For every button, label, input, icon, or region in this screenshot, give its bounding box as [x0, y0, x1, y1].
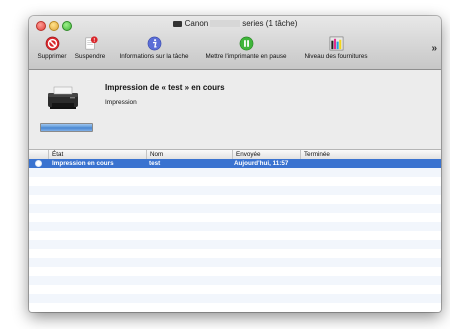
toolbar-suspend-label: Suspendre	[74, 53, 106, 60]
job-progress-fill	[41, 124, 92, 131]
toolbar-delete-button[interactable]: Supprimer	[34, 36, 70, 60]
column-header-nom[interactable]: Nom	[146, 150, 232, 159]
job-status: Impression	[105, 99, 137, 106]
suspend-icon: !	[85, 36, 98, 50]
toolbar-suspend-button[interactable]: ! Suspendre	[73, 36, 107, 60]
toolbar-overflow-button[interactable]: »	[431, 43, 436, 54]
empty-table-row	[29, 195, 441, 204]
empty-table-row	[29, 267, 441, 276]
toolbar-delete-label: Supprimer	[37, 53, 67, 60]
empty-table-row	[29, 258, 441, 267]
row-etat: Impression en cours	[52, 160, 114, 167]
empty-table-row	[29, 204, 441, 213]
title-bar: Canon series (1 tâche) Supprimer ! Suspen…	[29, 16, 441, 70]
column-header-etat[interactable]: État	[48, 150, 146, 159]
active-job-icon	[36, 161, 41, 166]
empty-table-row	[29, 177, 441, 186]
empty-table-row	[29, 285, 441, 294]
row-envoyee: Aujourd'hui, 11:57	[234, 160, 289, 167]
empty-table-row	[29, 294, 441, 303]
empty-table-row	[29, 168, 441, 177]
empty-table-row	[29, 231, 441, 240]
empty-table-row	[29, 186, 441, 195]
ink-levels-icon	[329, 36, 343, 51]
toolbar-supply-levels-label: Niveau des fournitures	[304, 53, 368, 60]
toolbar-pause-printer-label: Mettre l'imprimante en pause	[205, 53, 287, 60]
column-header-envoyee[interactable]: Envoyée	[232, 150, 300, 159]
toolbar-pause-printer-button[interactable]: Mettre l'imprimante en pause	[199, 36, 293, 60]
job-table: État Nom Envoyée Terminée Impression en …	[29, 149, 441, 312]
window-title-prefix: Canon	[184, 19, 209, 28]
empty-table-row	[29, 213, 441, 222]
toolbar-job-info-button[interactable]: Informations sur la tâche	[113, 36, 195, 60]
row-nom: test	[149, 160, 161, 167]
delete-icon	[45, 36, 59, 51]
job-progress-bar	[40, 123, 93, 132]
info-icon	[147, 36, 161, 51]
print-queue-window: Canon series (1 tâche) Supprimer ! Suspen…	[29, 16, 441, 312]
empty-table-row	[29, 240, 441, 249]
table-row[interactable]: Impression en cours test Aujourd'hui, 11…	[29, 159, 441, 168]
pause-icon	[239, 36, 253, 51]
job-title: Impression de « test » en cours	[105, 83, 225, 92]
redacted-model-name	[210, 20, 241, 27]
empty-table-row	[29, 249, 441, 258]
svg-text:!: !	[93, 38, 95, 44]
toolbar-job-info-label: Informations sur la tâche	[119, 53, 189, 60]
window-title: Canon series (1 tâche)	[29, 19, 441, 28]
toolbar-supply-levels-button[interactable]: Niveau des fournitures	[299, 36, 373, 60]
empty-table-row	[29, 276, 441, 285]
printer-icon	[48, 86, 78, 109]
window-title-suffix: series (1 tâche)	[242, 19, 298, 28]
column-header-terminee[interactable]: Terminée	[300, 150, 441, 159]
empty-table-row	[29, 222, 441, 231]
column-header-icon	[29, 150, 48, 159]
printer-title-icon	[172, 21, 182, 27]
